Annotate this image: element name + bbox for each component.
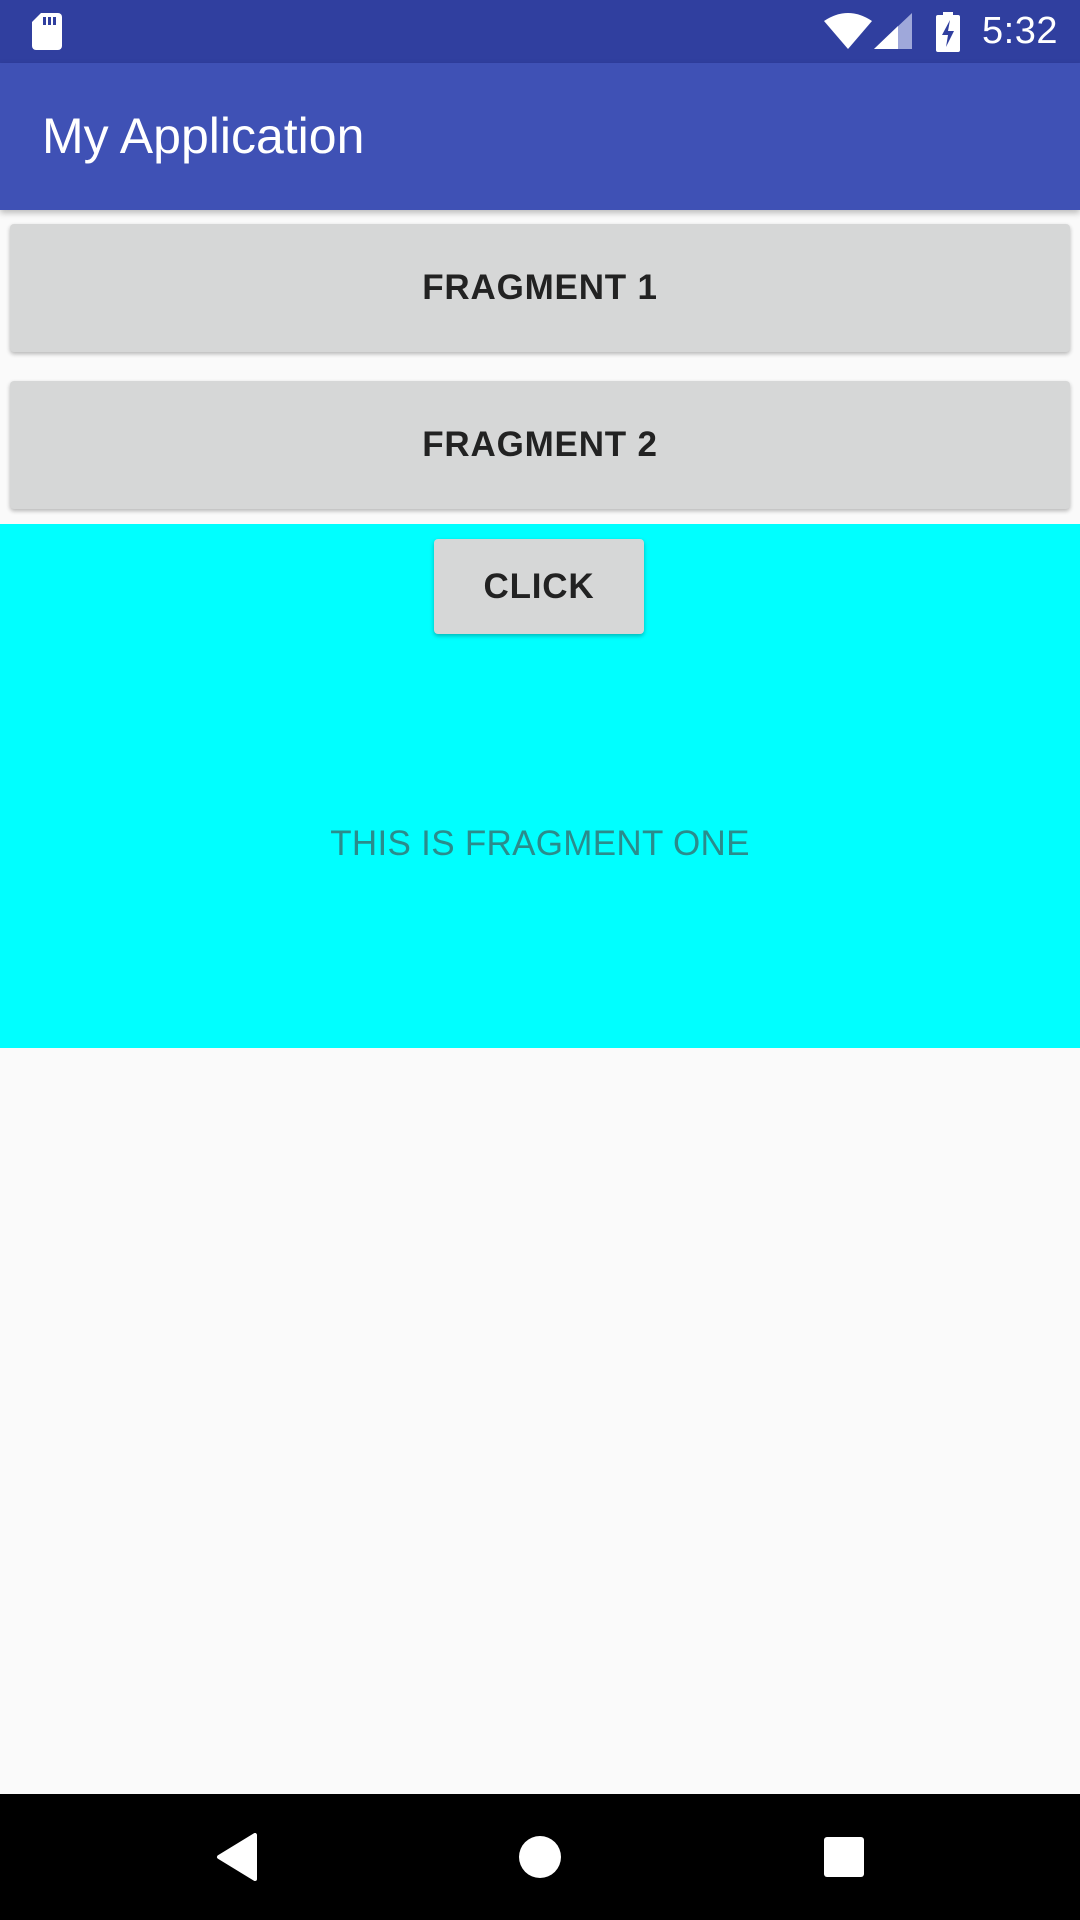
home-button[interactable] — [510, 1827, 570, 1887]
fragment-text: THIS IS FRAGMENT ONE — [330, 824, 750, 863]
battery-charging-icon — [936, 11, 961, 52]
sd-card-icon — [32, 13, 62, 50]
click-button[interactable]: CLICK — [434, 539, 644, 634]
signal-icon — [874, 12, 913, 49]
app-title: My Application — [42, 108, 365, 164]
status-bar: 5:32 — [0, 0, 1080, 63]
navigation-bar — [0, 1794, 1080, 1920]
back-button[interactable] — [207, 1827, 267, 1887]
recents-icon — [824, 1837, 864, 1877]
fragment-2-button[interactable]: FRAGMENT 2 — [10, 381, 1070, 509]
app-bar: My Application — [0, 63, 1080, 210]
screen: 5:32 My Application FRAGMENT 1 FRAGMENT … — [0, 0, 1080, 1920]
status-icons: 5:32 — [824, 0, 1080, 63]
recents-button[interactable] — [814, 1827, 874, 1887]
fragment-1-button[interactable]: FRAGMENT 1 — [10, 224, 1070, 352]
status-clock: 5:32 — [982, 10, 1058, 52]
back-icon — [217, 1833, 257, 1881]
wifi-icon — [824, 12, 873, 49]
home-icon — [519, 1836, 561, 1878]
fragment-container: CLICK THIS IS FRAGMENT ONE — [0, 524, 1080, 1048]
